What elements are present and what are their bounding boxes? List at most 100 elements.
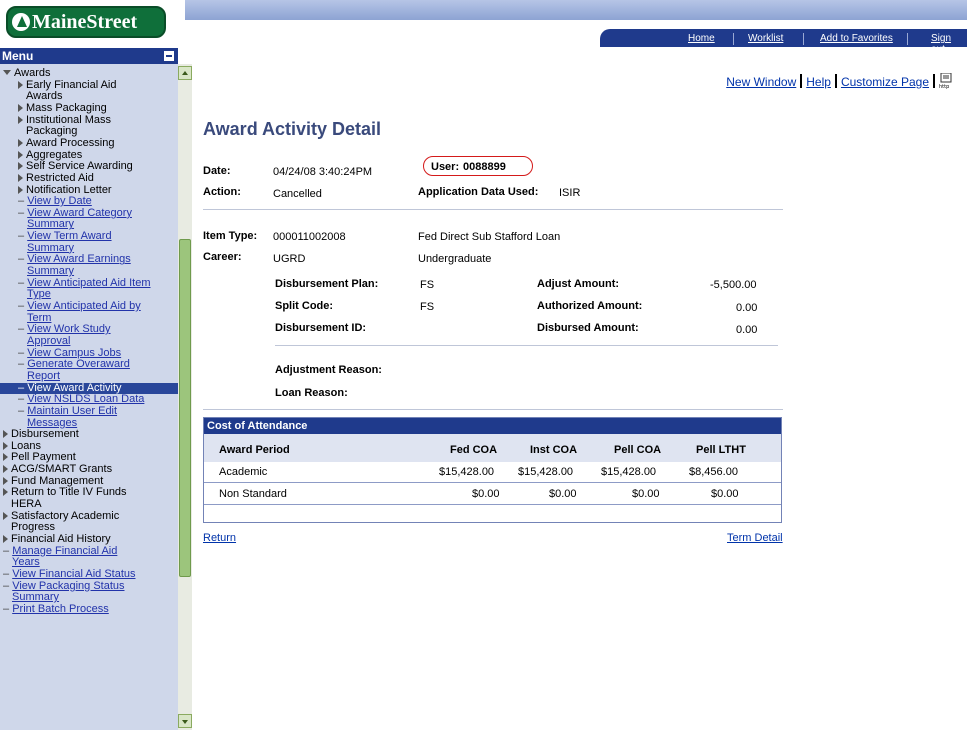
menu-item-label[interactable]: View Anticipated Aid by [27, 300, 141, 312]
career-label: Career: [203, 251, 242, 263]
menu-item-label[interactable]: Return to Title IV Funds [11, 486, 127, 499]
menu-item-label[interactable]: Progress [11, 521, 55, 534]
menu-item-label[interactable]: Disbursement [11, 428, 79, 440]
date-label: Date: [203, 165, 231, 177]
menu-item-label[interactable]: Packaging [26, 125, 77, 138]
left-menu: Menu Awards Early Financial Aid Awards Mass… [0, 48, 192, 730]
user-label: User: [431, 161, 460, 173]
menu-item-label[interactable]: Self Service Awarding [26, 160, 133, 172]
menu-item-label[interactable]: Years [12, 556, 40, 569]
collapsed-folder-icon[interactable] [18, 185, 23, 194]
menu-scrollbar[interactable] [178, 64, 192, 730]
adjustment-reason-label: Adjustment Reason: [275, 364, 382, 376]
collapsed-folder-icon[interactable] [3, 511, 8, 520]
term-detail-link[interactable]: Term Detail [727, 532, 783, 544]
menu-item-label[interactable]: Pell Payment [11, 451, 76, 464]
menu-item-label[interactable]: Messages [27, 417, 77, 429]
return-link[interactable]: Return [203, 532, 236, 544]
menu-item-label[interactable]: View Award Activity [27, 382, 121, 394]
collapsed-folder-icon[interactable] [3, 535, 8, 543]
collapsed-folder-icon[interactable] [3, 465, 8, 474]
menu-item-label[interactable]: Type [27, 288, 51, 301]
menu-item-label[interactable]: View Financial Aid Status [12, 568, 135, 580]
menu-item-label[interactable]: Financial Aid History [11, 533, 111, 545]
collapsed-folder-icon[interactable] [18, 173, 23, 182]
logo-emblem-icon [12, 13, 30, 31]
cost-of-attendance-grid: Cost of Attendance Award Period Fed COA … [203, 417, 782, 523]
scroll-down-icon[interactable] [178, 714, 192, 728]
menu-dash-icon: – [18, 393, 28, 406]
menu-item-label[interactable]: Institutional Mass [26, 114, 111, 126]
menu-item-label[interactable]: Aggregates [26, 149, 82, 161]
collapsed-folder-icon[interactable] [18, 80, 23, 89]
menu-item-label[interactable]: Maintain User Edit [27, 405, 117, 417]
menu-item-label[interactable]: Print Batch Process [12, 603, 109, 615]
menu-title: Menu [2, 49, 34, 63]
menu-item-label[interactable]: Award Processing [26, 137, 114, 149]
menu-item[interactable]: – Print Batch Process [0, 602, 178, 616]
divider [203, 209, 783, 210]
http-link-icon[interactable]: http [939, 72, 953, 90]
menu-item-label[interactable]: ACG/SMART Grants [11, 463, 112, 475]
collapsed-folder-icon[interactable] [3, 488, 8, 497]
menu-item-label[interactable]: View Award Category [27, 207, 132, 219]
menu-item-label[interactable]: Summary [12, 591, 59, 604]
collapsed-folder-icon[interactable] [18, 162, 23, 171]
collapsed-folder-icon[interactable] [18, 115, 23, 124]
scrollbar-thumb[interactable] [179, 239, 191, 577]
menu-item-label[interactable]: Early Financial Aid [26, 79, 117, 91]
menu-dash-icon: – [18, 230, 28, 243]
menu-item-label[interactable]: View NSLDS Loan Data [27, 393, 144, 405]
menu-item-label[interactable]: Summary [27, 218, 74, 231]
help-link[interactable]: Help [806, 75, 831, 89]
nav-worklist-link[interactable]: Worklist [748, 33, 783, 44]
menu-item-label[interactable]: Generate Overaward [27, 358, 130, 371]
menu-item-label[interactable]: Awards [14, 67, 50, 79]
menu-dash-icon: – [3, 602, 13, 615]
menu-item-label[interactable]: Manage Financial Aid [12, 545, 117, 557]
menu-dash-icon: – [18, 253, 28, 266]
menu-item-label[interactable]: Term [27, 312, 51, 324]
menu-item-label[interactable]: View by Date [27, 195, 92, 207]
mainestreet-logo[interactable]: MaineStreet [6, 6, 166, 38]
menu-item-label[interactable]: Report [27, 370, 60, 382]
menu-item-label[interactable]: Awards [26, 90, 62, 103]
customize-page-link[interactable]: Customize Page [841, 75, 929, 89]
new-window-link[interactable]: New Window [726, 75, 796, 89]
collapsed-folder-icon[interactable] [18, 103, 23, 112]
col-award-period: Award Period [219, 444, 290, 456]
menu-item-label[interactable]: View Term Award [27, 230, 111, 242]
menu-item-label[interactable]: Fund Management [11, 475, 103, 487]
collapsed-folder-icon[interactable] [3, 476, 8, 485]
menu-item-label[interactable]: View Work Study [27, 323, 110, 336]
menu-item-label[interactable]: Summary [27, 242, 74, 254]
collapsed-folder-icon[interactable] [3, 430, 8, 439]
item-type-value: 000011002008 [273, 231, 346, 243]
cell-fed-coa: $15,428.00 [439, 466, 495, 478]
scroll-up-icon[interactable] [178, 66, 192, 80]
menu-item-label[interactable]: Approval [27, 335, 70, 347]
menu-item-label[interactable]: Mass Packaging [26, 102, 107, 114]
authorized-amount-value: 0.00 [736, 302, 758, 314]
menu-item-label[interactable]: Satisfactory Academic [11, 510, 119, 522]
expanded-folder-icon[interactable] [3, 70, 11, 75]
menu-item-label[interactable]: HERA [11, 498, 42, 510]
menu-item-label[interactable]: View Award Earnings [27, 253, 131, 266]
menu-collapse-icon[interactable] [164, 51, 174, 61]
collapsed-folder-icon[interactable] [18, 150, 23, 159]
collapsed-folder-icon[interactable] [3, 441, 8, 450]
nav-home-link[interactable]: Home [688, 33, 715, 44]
menu-item-label[interactable]: Notification Letter [26, 184, 112, 196]
menu-item-label[interactable]: Loans [11, 440, 41, 452]
menu-item-label[interactable]: View Campus Jobs [27, 347, 121, 359]
collapsed-folder-icon[interactable] [3, 453, 8, 462]
nav-add-to-favorites-link[interactable]: Add to Favorites [820, 33, 893, 44]
menu-item-label[interactable]: Restricted Aid [26, 172, 94, 184]
item-type-description: Fed Direct Sub Stafford Loan [418, 231, 561, 243]
menu-item-label[interactable]: Summary [27, 265, 74, 277]
menu-item-label[interactable]: View Anticipated Aid Item [27, 277, 150, 289]
header-banner [185, 0, 967, 20]
collapsed-folder-icon[interactable] [18, 138, 23, 147]
menu-item-label[interactable]: View Packaging Status [12, 580, 124, 592]
main-content: New Window Help Customize Page http Award … [192, 48, 967, 730]
